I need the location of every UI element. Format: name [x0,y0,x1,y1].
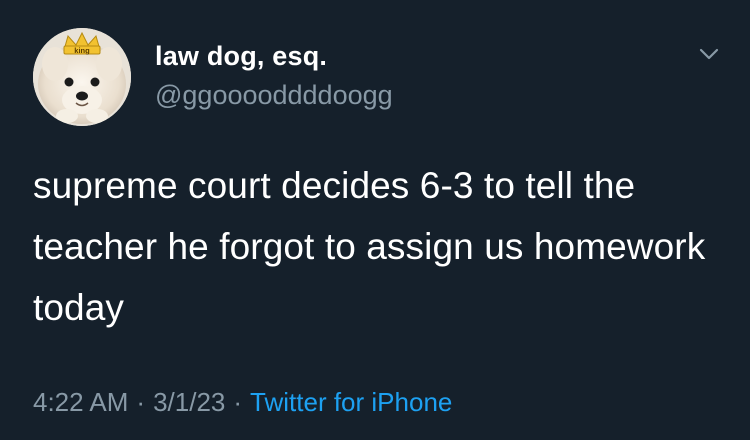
display-name[interactable]: law dog, esq. [155,40,393,72]
tweet-header: king law dog, esq. @ggooooddddoogg [33,28,723,128]
metadata-separator: · [233,387,243,417]
tweet-metadata: 4:22 AM · 3/1/23 · Twitter for iPhone [33,385,452,419]
avatar[interactable]: king [33,28,131,126]
crowned-dog-avatar-icon: king [33,28,131,126]
avatar-crown-text: king [74,46,90,55]
metadata-separator: · [136,387,146,417]
chevron-down-icon[interactable] [695,40,723,68]
user-names: law dog, esq. @ggooooddddoogg [155,40,393,111]
tweet-date[interactable]: 3/1/23 [153,387,225,417]
user-handle[interactable]: @ggooooddddoogg [155,79,393,111]
tweet-source-link[interactable]: Twitter for iPhone [250,387,452,417]
tweet-text: supreme court decides 6-3 to tell the te… [33,165,706,328]
tweet-time[interactable]: 4:22 AM [33,387,128,417]
tweet-card: king law dog, esq. @ggooooddddoogg supre… [0,0,750,440]
